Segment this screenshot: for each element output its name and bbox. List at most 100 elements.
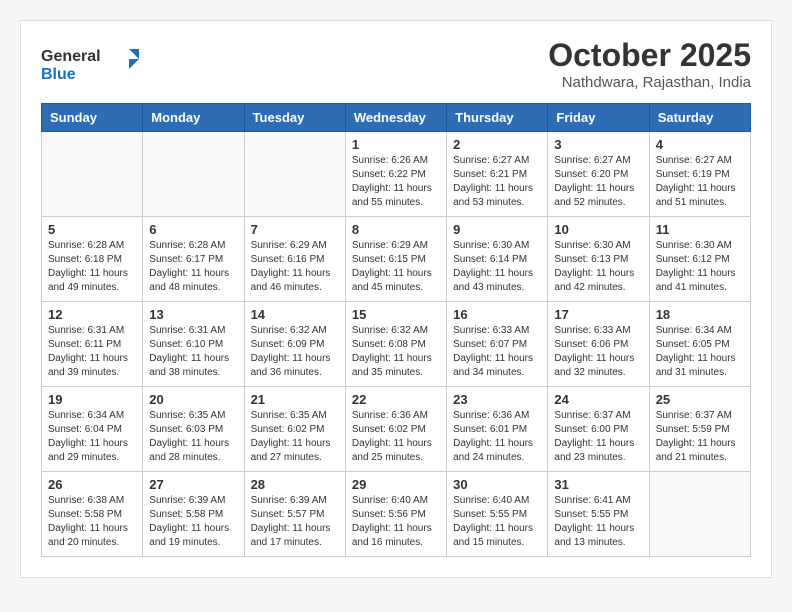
day-info: Sunrise: 6:37 AMSunset: 6:00 PMDaylight:… [554,409,642,465]
logo-text: General Blue [41,41,151,91]
day-number: 30 [453,477,541,492]
day-number: 20 [149,392,237,407]
day-number: 26 [48,477,136,492]
day-cell: 13Sunrise: 6:31 AMSunset: 6:10 PMDayligh… [143,302,244,387]
day-cell: 23Sunrise: 6:36 AMSunset: 6:01 PMDayligh… [447,387,548,472]
day-number: 28 [251,477,339,492]
day-number: 8 [352,222,440,237]
day-info: Sunrise: 6:28 AMSunset: 6:17 PMDaylight:… [149,239,237,295]
day-header-monday: Monday [143,104,244,132]
header-row: SundayMondayTuesdayWednesdayThursdayFrid… [42,104,751,132]
day-info: Sunrise: 6:35 AMSunset: 6:03 PMDaylight:… [149,409,237,465]
day-number: 2 [453,137,541,152]
day-cell: 30 Sunrise: 6:40 AMSunset: 5:55 PMDayligh… [447,472,548,557]
day-cell: 2 Sunrise: 6:27 AMSunset: 6:21 PMDaylight… [447,132,548,217]
day-header-wednesday: Wednesday [345,104,446,132]
day-info: Sunrise: 6:40 AMSunset: 5:55 PMDaylight:… [453,494,541,550]
day-cell: 19Sunrise: 6:34 AMSunset: 6:04 PMDayligh… [42,387,143,472]
day-info: Sunrise: 6:34 AMSunset: 6:05 PMDaylight:… [656,324,744,380]
week-row-1: 5Sunrise: 6:28 AMSunset: 6:18 PMDaylight… [42,217,751,302]
day-info: Sunrise: 6:41 AMSunset: 5:55 PMDaylight:… [554,494,642,550]
day-number: 17 [554,307,642,322]
day-cell: 15Sunrise: 6:32 AMSunset: 6:08 PMDayligh… [345,302,446,387]
day-header-thursday: Thursday [447,104,548,132]
day-cell [143,132,244,217]
day-cell: 3Sunrise: 6:27 AMSunset: 6:20 PMDaylight… [548,132,649,217]
day-info: Sunrise: 6:28 AMSunset: 6:18 PMDaylight:… [48,239,136,295]
day-info: Sunrise: 6:39 AMSunset: 5:57 PMDaylight:… [251,494,339,550]
week-row-4: 26Sunrise: 6:38 AMSunset: 5:58 PMDayligh… [42,472,751,557]
day-info: Sunrise: 6:30 AMSunset: 6:13 PMDaylight:… [554,239,642,295]
svg-text:Blue: Blue [41,66,76,83]
day-number: 4 [656,137,744,152]
day-cell [649,472,750,557]
day-cell: 8 Sunrise: 6:29 AMSunset: 6:15 PMDaylight… [345,217,446,302]
day-number: 18 [656,307,744,322]
day-cell: 16 Sunrise: 6:33 AMSunset: 6:07 PMDayligh… [447,302,548,387]
day-number: 24 [554,392,642,407]
day-number: 31 [554,477,642,492]
day-cell: 25 Sunrise: 6:37 AMSunset: 5:59 PMDayligh… [649,387,750,472]
day-info: Sunrise: 6:26 AMSunset: 6:22 PMDaylight:… [352,154,440,210]
calendar-table: SundayMondayTuesdayWednesdayThursdayFrid… [41,103,751,557]
day-cell: 28 Sunrise: 6:39 AMSunset: 5:57 PMDayligh… [244,472,345,557]
day-number: 15 [352,307,440,322]
day-number: 23 [453,392,541,407]
day-info: Sunrise: 6:33 AMSunset: 6:07 PMDaylight:… [453,324,541,380]
day-info: Sunrise: 6:29 AMSunset: 6:15 PMDaylight:… [352,239,440,295]
day-number: 9 [453,222,541,237]
day-cell: 18 Sunrise: 6:34 AMSunset: 6:05 PMDayligh… [649,302,750,387]
day-cell: 4 Sunrise: 6:27 AMSunset: 6:19 PMDaylight… [649,132,750,217]
day-header-friday: Friday [548,104,649,132]
day-info: Sunrise: 6:40 AMSunset: 5:56 PMDaylight:… [352,494,440,550]
day-cell: 1 Sunrise: 6:26 AMSunset: 6:22 PMDaylight… [345,132,446,217]
day-number: 12 [48,307,136,322]
day-header-tuesday: Tuesday [244,104,345,132]
day-cell [244,132,345,217]
day-info: Sunrise: 6:31 AMSunset: 6:11 PMDaylight:… [48,324,136,380]
day-number: 27 [149,477,237,492]
header: General Blue October 2025 Nathdwara, Raj… [41,36,751,91]
week-row-2: 12 Sunrise: 6:31 AMSunset: 6:11 PMDayligh… [42,302,751,387]
logo: General Blue [41,41,151,91]
day-info: Sunrise: 6:27 AMSunset: 6:21 PMDaylight:… [453,154,541,210]
day-number: 14 [251,307,339,322]
day-header-sunday: Sunday [42,104,143,132]
day-info: Sunrise: 6:39 AMSunset: 5:58 PMDaylight:… [149,494,237,550]
day-header-saturday: Saturday [649,104,750,132]
day-info: Sunrise: 6:36 AMSunset: 6:02 PMDaylight:… [352,409,440,465]
day-cell [42,132,143,217]
week-row-3: 19Sunrise: 6:34 AMSunset: 6:04 PMDayligh… [42,387,751,472]
day-info: Sunrise: 6:29 AMSunset: 6:16 PMDaylight:… [251,239,339,295]
day-number: 22 [352,392,440,407]
day-cell: 22 Sunrise: 6:36 AMSunset: 6:02 PMDayligh… [345,387,446,472]
title-section: October 2025 Nathdwara, Rajasthan, India [548,36,751,91]
day-number: 1 [352,137,440,152]
day-cell: 12 Sunrise: 6:31 AMSunset: 6:11 PMDayligh… [42,302,143,387]
day-number: 3 [554,137,642,152]
svg-text:General: General [41,48,101,65]
day-cell: 11Sunrise: 6:30 AMSunset: 6:12 PMDayligh… [649,217,750,302]
day-cell: 27 Sunrise: 6:39 AMSunset: 5:58 PMDayligh… [143,472,244,557]
day-number: 16 [453,307,541,322]
day-number: 21 [251,392,339,407]
day-cell: 21 Sunrise: 6:35 AMSunset: 6:02 PMDayligh… [244,387,345,472]
week-row-0: 1 Sunrise: 6:26 AMSunset: 6:22 PMDaylight… [42,132,751,217]
day-number: 25 [656,392,744,407]
day-info: Sunrise: 6:32 AMSunset: 6:09 PMDaylight:… [251,324,339,380]
day-number: 7 [251,222,339,237]
day-number: 29 [352,477,440,492]
day-info: Sunrise: 6:27 AMSunset: 6:19 PMDaylight:… [656,154,744,210]
day-number: 19 [48,392,136,407]
day-cell: 24 Sunrise: 6:37 AMSunset: 6:00 PMDayligh… [548,387,649,472]
day-number: 10 [554,222,642,237]
day-cell: 5Sunrise: 6:28 AMSunset: 6:18 PMDaylight… [42,217,143,302]
day-info: Sunrise: 6:31 AMSunset: 6:10 PMDaylight:… [149,324,237,380]
day-info: Sunrise: 6:37 AMSunset: 5:59 PMDaylight:… [656,409,744,465]
day-info: Sunrise: 6:35 AMSunset: 6:02 PMDaylight:… [251,409,339,465]
day-cell: 31 Sunrise: 6:41 AMSunset: 5:55 PMDayligh… [548,472,649,557]
day-cell: 20 Sunrise: 6:35 AMSunset: 6:03 PMDayligh… [143,387,244,472]
day-number: 6 [149,222,237,237]
day-cell: 14 Sunrise: 6:32 AMSunset: 6:09 PMDayligh… [244,302,345,387]
day-cell: 7 Sunrise: 6:29 AMSunset: 6:16 PMDaylight… [244,217,345,302]
